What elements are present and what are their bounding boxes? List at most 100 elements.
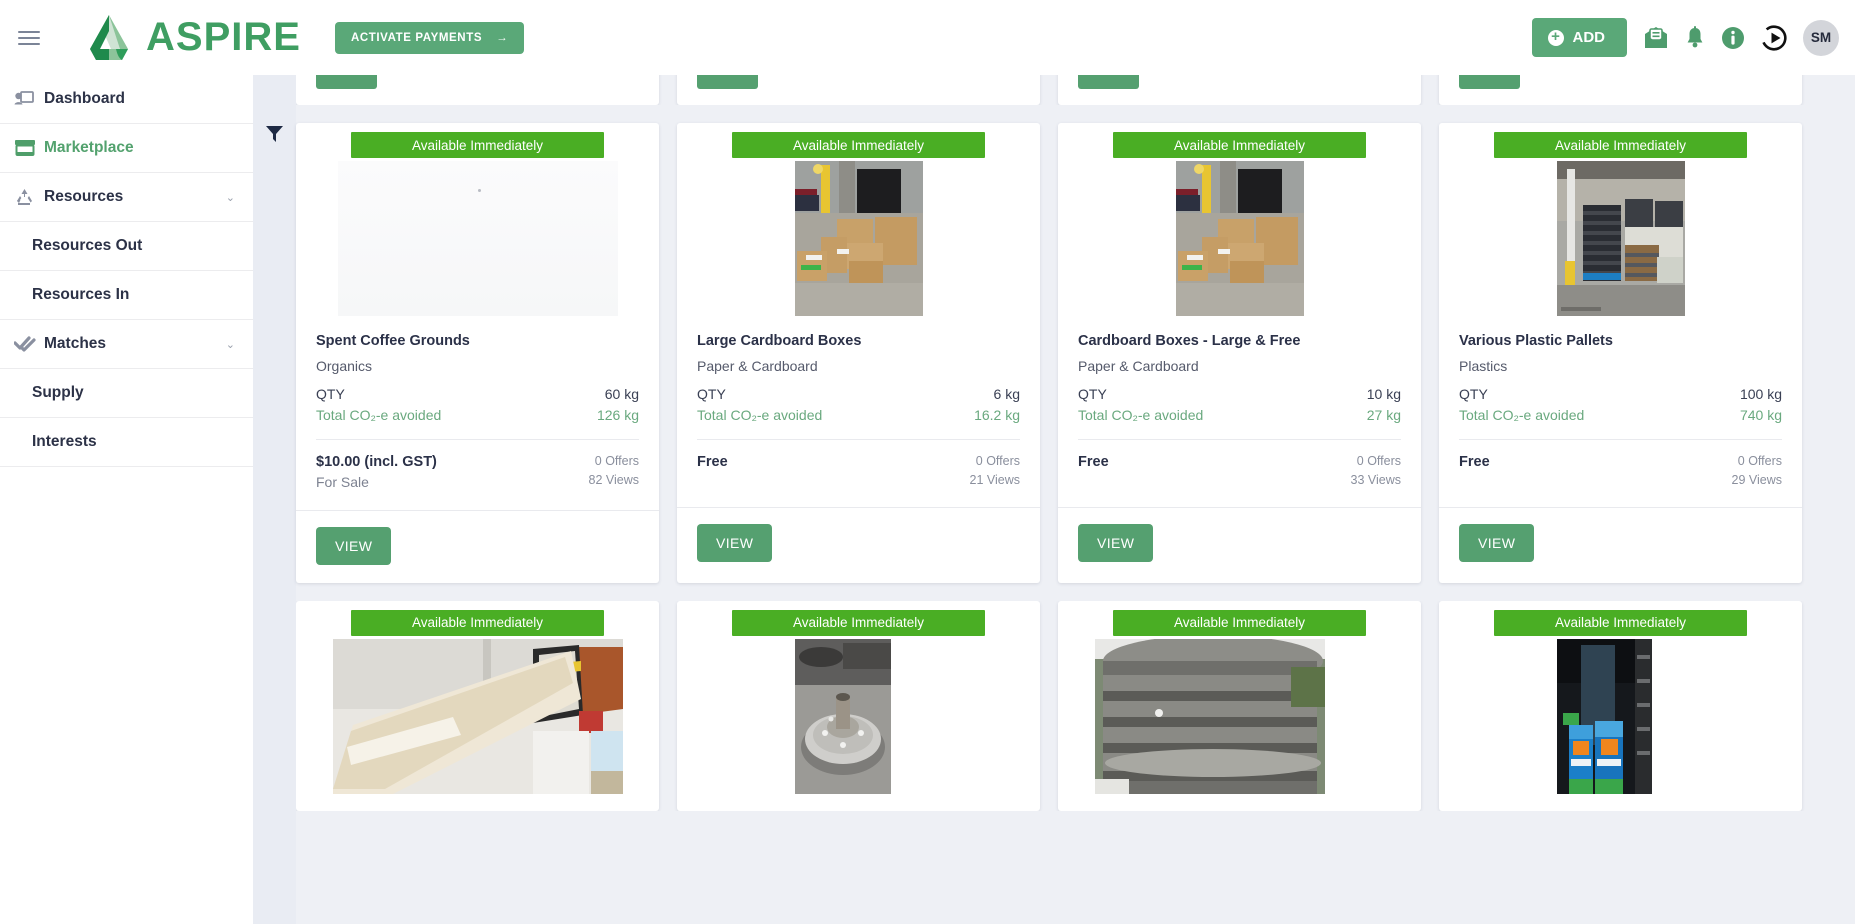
status-badge: Available Immediately bbox=[1113, 132, 1366, 158]
card-body: Large Cardboard Boxes Paper & Cardboard … bbox=[677, 316, 1040, 440]
card-stub[interactable] bbox=[677, 75, 1040, 105]
sidebar-item-label: Resources bbox=[44, 188, 124, 205]
sidebar-item-marketplace[interactable]: Marketplace bbox=[0, 124, 253, 173]
chevron-down-icon[interactable]: ⌄ bbox=[226, 338, 235, 351]
chevron-down-icon[interactable]: ⌄ bbox=[226, 191, 235, 204]
status-badge: Available Immediately bbox=[1494, 609, 1747, 636]
co2-label: Total CO₂-e avoided bbox=[1078, 406, 1204, 423]
sidebar-item-interests[interactable]: Interests bbox=[0, 418, 253, 467]
card-category: Organics bbox=[316, 357, 373, 374]
resource-card[interactable]: Available Immediately bbox=[1058, 600, 1421, 811]
avatar-initials: SM bbox=[1810, 30, 1832, 45]
tyres-photo bbox=[1094, 638, 1385, 794]
sidebar-item-dashboard[interactable]: Dashboard bbox=[0, 75, 253, 124]
card-offers: 0 Offers bbox=[594, 453, 639, 468]
card-body: Cardboard Boxes - Large & Free Paper & C… bbox=[1058, 316, 1421, 440]
view-button-stub[interactable] bbox=[697, 75, 758, 89]
card-thumbnail bbox=[296, 638, 659, 794]
sidebar-item-resources[interactable]: Resources ⌄ bbox=[0, 173, 253, 222]
card-footer: VIEW bbox=[677, 508, 1040, 580]
card-footer: VIEW bbox=[1058, 508, 1421, 580]
sidebar-item-label: Resources Out bbox=[32, 237, 143, 254]
status-badge: Available Immediately bbox=[351, 132, 604, 158]
resource-card[interactable]: Available Immediately bbox=[296, 600, 659, 811]
resource-card[interactable]: Available Immediately Spent Coffee Groun… bbox=[296, 123, 659, 583]
card-footer: VIEW bbox=[1439, 508, 1802, 580]
card-title: Cardboard Boxes - Large & Free bbox=[1078, 333, 1301, 349]
card-offers: 0 Offers bbox=[975, 453, 1020, 468]
card-qty-row: QTY 100 kg bbox=[1459, 386, 1782, 402]
card-thumbnail bbox=[677, 161, 1040, 316]
card-title: Large Cardboard Boxes bbox=[697, 333, 862, 349]
marketplace-grid: Available Immediately Spent Coffee Groun… bbox=[296, 75, 1855, 924]
view-button[interactable]: VIEW bbox=[1078, 523, 1154, 562]
sidebar-item-label: Interests bbox=[32, 433, 97, 450]
sidebar-item-supply[interactable]: Supply bbox=[0, 369, 253, 418]
card-thumbnail bbox=[1439, 161, 1802, 316]
resource-card[interactable]: Available Immediately bbox=[1439, 123, 1802, 583]
badge-row: Available Immediately bbox=[1058, 601, 1421, 639]
co2-value: 27 kg bbox=[1366, 406, 1401, 423]
main-content: Available Immediately Spent Coffee Groun… bbox=[253, 75, 1855, 924]
sidebar-item-resources-in[interactable]: Resources In bbox=[0, 271, 253, 320]
card-category: Paper & Cardboard bbox=[697, 357, 818, 374]
badge-row: Available Immediately bbox=[677, 123, 1040, 161]
sidebar-item-label: Marketplace bbox=[44, 139, 134, 156]
filter-rail bbox=[253, 75, 296, 924]
view-button[interactable]: VIEW bbox=[316, 526, 392, 565]
card-qty-row: QTY 60 kg bbox=[316, 386, 639, 402]
card-views: 29 Views bbox=[1731, 472, 1783, 487]
view-button-stub[interactable] bbox=[1459, 75, 1520, 89]
cardboard-boxes-photo bbox=[1175, 161, 1304, 316]
card-row-top-cutoff bbox=[296, 75, 1855, 105]
view-button-stub[interactable] bbox=[316, 75, 377, 89]
activate-payments-button[interactable]: ACTIVATE PAYMENTS → bbox=[334, 21, 525, 54]
bell-icon[interactable] bbox=[1685, 26, 1705, 49]
co2-label: Total CO₂-e avoided bbox=[697, 406, 823, 423]
card-stub[interactable] bbox=[1058, 75, 1421, 105]
qty-value: 6 kg bbox=[993, 385, 1020, 402]
card-price: Free bbox=[1078, 453, 1109, 470]
badge-row: Available Immediately bbox=[296, 123, 659, 161]
filter-funnel-icon[interactable] bbox=[265, 125, 284, 148]
qty-label: QTY bbox=[1459, 385, 1488, 402]
card-co2-row: Total CO₂-e avoided 126 kg bbox=[316, 407, 639, 423]
card-thumbnail bbox=[1058, 638, 1421, 794]
status-badge: Available Immediately bbox=[351, 609, 604, 636]
view-button[interactable]: VIEW bbox=[697, 523, 773, 562]
sidebar-item-resources-out[interactable]: Resources Out bbox=[0, 222, 253, 271]
card-thumbnail bbox=[1058, 161, 1421, 316]
header-actions: + ADD SM bbox=[1531, 18, 1839, 57]
card-title: Various Plastic Pallets bbox=[1459, 333, 1613, 349]
info-icon[interactable] bbox=[1721, 26, 1745, 50]
card-stub[interactable] bbox=[1439, 75, 1802, 105]
resource-card[interactable]: Available Immediately bbox=[1439, 600, 1802, 811]
badge-row: Available Immediately bbox=[1439, 123, 1802, 161]
co2-value: 740 kg bbox=[1739, 406, 1782, 423]
recycle-icon bbox=[14, 187, 44, 207]
card-footer: VIEW bbox=[296, 511, 659, 583]
plastic-pallets-photo bbox=[1556, 161, 1685, 316]
qty-value: 100 kg bbox=[1739, 385, 1782, 402]
card-stub[interactable] bbox=[296, 75, 659, 105]
badge-row: Available Immediately bbox=[296, 601, 659, 639]
menu-icon[interactable] bbox=[18, 28, 44, 48]
add-button[interactable]: + ADD bbox=[1531, 18, 1627, 57]
card-price-block: Free 0 Offers 29 Views bbox=[1439, 440, 1802, 487]
card-thumbnail bbox=[1439, 638, 1802, 794]
play-icon[interactable] bbox=[1761, 24, 1787, 51]
white-roll-photo bbox=[332, 638, 623, 794]
message-icon[interactable] bbox=[1643, 26, 1669, 50]
avatar[interactable]: SM bbox=[1803, 19, 1839, 56]
sidebar-item-matches[interactable]: Matches ⌄ bbox=[0, 320, 253, 369]
view-button[interactable]: VIEW bbox=[1459, 523, 1535, 562]
badge-row: Available Immediately bbox=[677, 601, 1040, 639]
add-button-label: ADD bbox=[1572, 29, 1606, 46]
resource-card[interactable]: Available Immediately bbox=[1058, 123, 1421, 583]
sidebar-item-label: Supply bbox=[32, 384, 84, 401]
double-check-icon bbox=[14, 335, 44, 353]
view-button-stub[interactable] bbox=[1078, 75, 1139, 89]
resource-card[interactable]: Available Immediately bbox=[677, 123, 1040, 583]
card-offers: 0 Offers bbox=[1737, 453, 1782, 468]
resource-card[interactable]: Available Immediately bbox=[677, 600, 1040, 811]
